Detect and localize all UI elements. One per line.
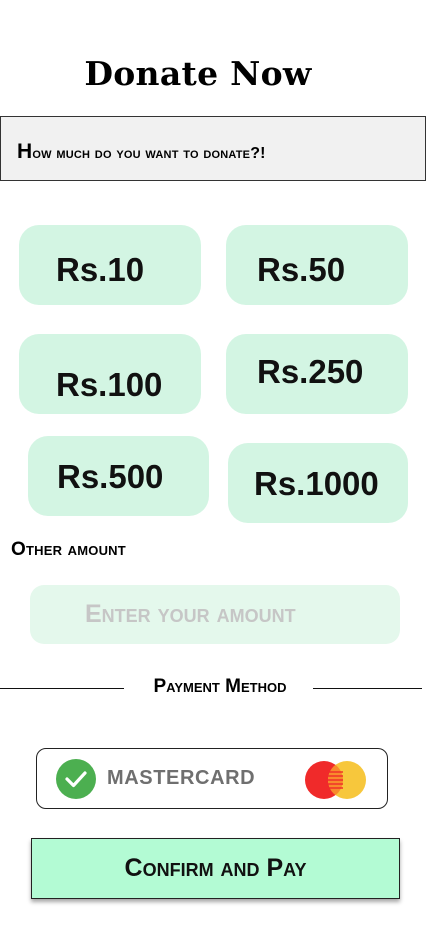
- amount-input[interactable]: [30, 585, 400, 644]
- amount-label: Rs.1000: [254, 465, 379, 502]
- card-name: MASTERCARD: [107, 767, 256, 789]
- payment-option-mastercard[interactable]: MASTERCARD: [36, 748, 388, 809]
- amount-label: Rs.500: [57, 458, 164, 495]
- amount-button-500[interactable]: Rs.500: [28, 436, 209, 516]
- page-title: Donate Now: [84, 54, 312, 93]
- amount-button-50[interactable]: Rs.50: [226, 225, 408, 305]
- other-amount-label: Other amount: [11, 539, 126, 560]
- mastercard-logo-icon: [305, 761, 366, 799]
- amount-label: Rs.100: [56, 366, 163, 403]
- amount-button-250[interactable]: Rs.250: [226, 334, 408, 414]
- donation-question: How much do you want to donate?!: [17, 140, 266, 163]
- amount-label: Rs.50: [257, 251, 346, 288]
- check-icon: [56, 759, 96, 799]
- donation-question-bar: How much do you want to donate?!: [0, 116, 426, 181]
- confirm-pay-button[interactable]: Confirm and Pay: [31, 838, 400, 899]
- divider-right: [313, 688, 422, 689]
- payment-method-label: Payment Method: [153, 676, 287, 697]
- amount-button-100[interactable]: Rs.100: [19, 334, 201, 414]
- amount-button-1000[interactable]: Rs.1000: [228, 443, 408, 523]
- amount-button-10[interactable]: Rs.10: [19, 225, 201, 305]
- amount-label: Rs.10: [56, 251, 145, 288]
- amount-label: Rs.250: [257, 353, 364, 390]
